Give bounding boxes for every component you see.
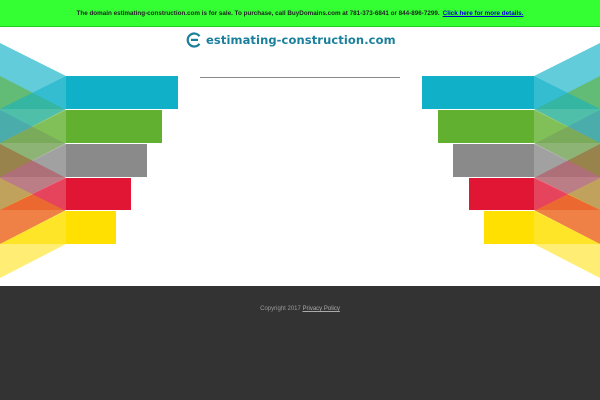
right-bar-yellow [484,211,534,244]
footer-text: Copyright 2017 Privacy Policy [0,306,600,312]
banner-text: The domain estimating-construction.com i… [76,9,440,17]
right-bar-green [438,110,534,143]
privacy-policy-link[interactable]: Privacy Policy [303,306,340,312]
right-bar-teal [422,76,534,109]
more-details-link[interactable]: Click here for more details. [443,10,524,17]
right-stripe-graphic [422,43,600,278]
left-bar-green [66,110,162,143]
site-name: estimating-construction.com [206,33,396,47]
left-bar-yellow [66,211,116,244]
logo-icon [186,32,201,48]
right-bar-gray [453,144,534,177]
left-bar-gray [66,144,147,177]
copyright-text: Copyright 2017 [260,306,301,312]
left-bar-red [66,178,131,210]
footer: Copyright 2017 Privacy Policy [0,286,600,400]
domain-sale-banner: The domain estimating-construction.com i… [0,0,600,27]
left-bar-teal [66,76,178,109]
header-divider [200,77,400,78]
right-bar-red [469,178,534,210]
site-logo[interactable]: estimating-construction.com [186,31,396,49]
left-stripe-graphic [0,43,178,278]
